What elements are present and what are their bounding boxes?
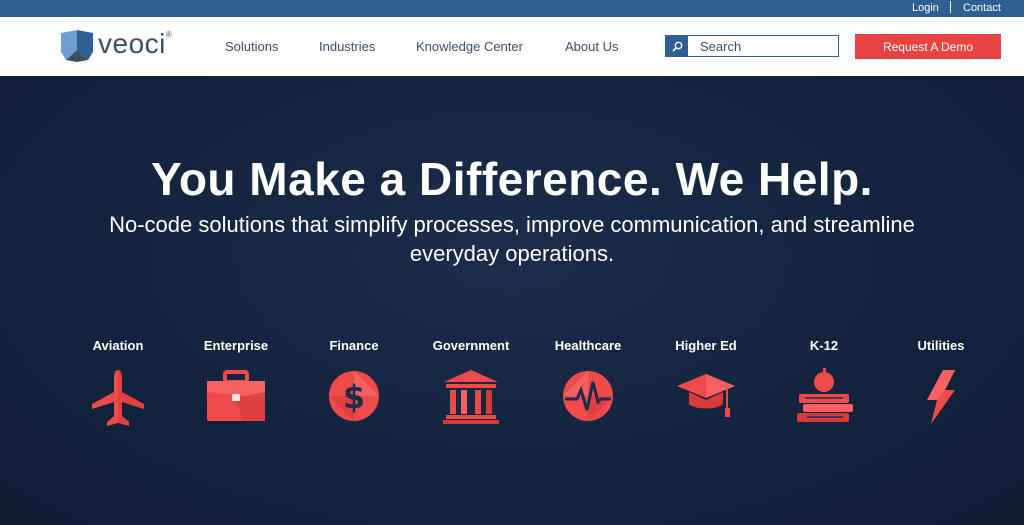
industry-k-12[interactable]: K-12 [764,338,884,424]
industry-government[interactable]: Government [411,338,531,424]
airplane-icon [92,370,144,426]
main-navigation: veoci ® Solutions Industries Knowledge C… [0,17,1024,76]
industry-label: Healthcare [554,338,622,353]
industry-label: Enterprise [203,338,269,353]
industry-label: Aviation [92,338,144,353]
veoci-logo[interactable]: veoci ® [60,28,172,63]
search-input[interactable] [690,36,836,56]
industry-aviation[interactable]: Aviation [58,338,178,428]
login-link[interactable]: Login [912,2,939,14]
graduation-cap-icon [677,374,735,417]
industry-label: Utilities [917,338,965,353]
industry-label: Government [432,338,510,353]
search-box [665,35,839,57]
top-utility-bar: Login Contact [0,0,1024,17]
dollar-icon: $ [329,371,379,421]
industry-label: Finance [329,338,379,353]
industry-healthcare[interactable]: Healthcare [528,338,648,424]
government-building-icon [443,370,499,424]
industry-higher-ed[interactable]: Higher Ed [646,338,766,424]
hero-section: You Make a Difference. We Help. No-code … [0,76,1024,525]
hero-subtitle: No-code solutions that simplify processe… [109,212,915,266]
brand-wordmark: veoci [98,28,166,59]
search-button[interactable] [666,36,688,56]
heartbeat-icon [563,371,613,421]
nav-item-industries[interactable]: Industries [319,39,375,54]
industry-finance[interactable]: Finance $ [294,338,414,424]
topbar-divider [950,1,951,13]
lightning-bolt-icon [927,370,955,424]
hero-title: You Make a Difference. We Help. [151,153,873,205]
nav-item-about-us[interactable]: About Us [565,39,618,54]
search-icon [671,41,682,52]
apple-books-icon [797,368,853,422]
nav-item-knowledge-center[interactable]: Knowledge Center [416,39,523,54]
nav-item-solutions[interactable]: Solutions [225,39,278,54]
registered-mark: ® [165,29,172,39]
veoci-shield-logo-icon [61,30,93,62]
briefcase-icon [207,370,265,421]
request-demo-button[interactable]: Request A Demo [855,34,1001,59]
contact-link[interactable]: Contact [963,2,1001,14]
industry-enterprise[interactable]: Enterprise [176,338,296,424]
industry-utilities[interactable]: Utilities [881,338,1001,426]
industry-label: Higher Ed [675,338,737,353]
industry-label: K-12 [809,338,839,353]
svg-text:$: $ [343,378,365,416]
